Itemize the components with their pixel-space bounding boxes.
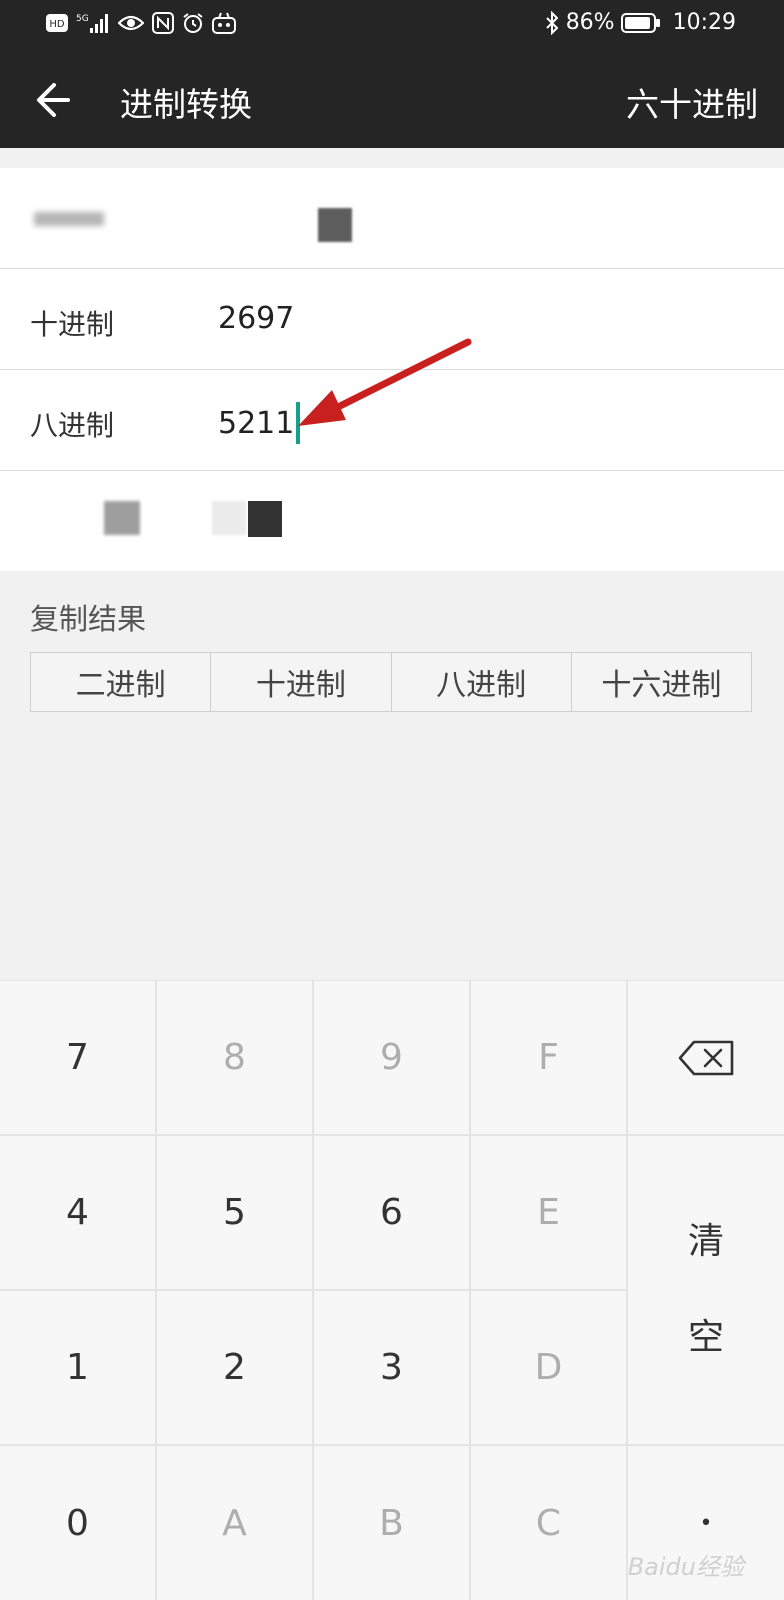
annotation-arrow [298, 338, 472, 426]
key-3[interactable]: 3 [314, 1291, 469, 1444]
back-arrow-icon [37, 83, 70, 117]
status-bar: HD 5G 86% 10:29 [0, 0, 784, 50]
5g-signal-icon: 5G [76, 14, 108, 33]
keypad: 7 8 9 F 4 5 6 E 清 空 1 2 3 D 0 A B C • [0, 980, 784, 1600]
redacted-label [34, 212, 104, 226]
decimal-value-text: 2697 [218, 301, 295, 336]
status-right: 86% 10:29 [544, 10, 736, 35]
key-c[interactable]: C [471, 1446, 626, 1600]
copy-octal-button[interactable]: 八进制 [392, 653, 572, 711]
app-icon [212, 12, 236, 34]
key-5[interactable]: 5 [157, 1136, 312, 1289]
key-4[interactable]: 4 [0, 1136, 155, 1289]
key-0[interactable]: 0 [0, 1446, 155, 1600]
binary-row[interactable] [0, 168, 784, 269]
key-f[interactable]: F [471, 981, 626, 1134]
key-b[interactable]: B [314, 1446, 469, 1600]
copy-button-group: 二进制 十进制 八进制 十六进制 [30, 652, 752, 712]
octal-label: 八进制 [30, 409, 115, 442]
clear-label-1: 清 [687, 1221, 724, 1262]
nfc-icon [152, 12, 174, 34]
redacted-value [318, 208, 352, 242]
clock: 10:29 [672, 10, 736, 35]
key-6[interactable]: 6 [314, 1136, 469, 1289]
redacted-label [104, 501, 140, 535]
status-left-icons: HD 5G [46, 12, 236, 34]
decimal-label: 十进制 [30, 308, 115, 341]
key-e[interactable]: E [471, 1136, 626, 1289]
backspace-icon [678, 1040, 734, 1075]
key-d[interactable]: D [471, 1291, 626, 1444]
page-title: 进制转换 [120, 85, 252, 124]
clear-button[interactable]: 清 空 [628, 1136, 784, 1444]
eye-icon [118, 15, 144, 31]
copy-decimal-button[interactable]: 十进制 [211, 653, 392, 711]
decimal-value[interactable]: 2697 [218, 301, 294, 336]
key-8[interactable]: 8 [157, 981, 312, 1134]
back-button[interactable] [28, 72, 84, 128]
watermark: Baidu经验 [627, 1553, 744, 1581]
hd-icon: HD [46, 14, 68, 32]
copy-hex-button[interactable]: 十六进制 [572, 653, 751, 711]
battery-percent: 86% [565, 10, 615, 35]
key-7[interactable]: 7 [0, 981, 155, 1134]
copy-result-title: 复制结果 [30, 602, 147, 636]
hex-row[interactable] [0, 471, 784, 571]
key-9[interactable]: 9 [314, 981, 469, 1134]
octal-value-text: 5211 [218, 405, 295, 441]
redacted-value [212, 501, 246, 535]
key-a[interactable]: A [157, 1446, 312, 1600]
alarm-icon [183, 13, 203, 33]
copy-binary-button[interactable]: 二进制 [31, 653, 212, 711]
redacted-value-block [248, 501, 282, 537]
battery-icon [620, 12, 660, 33]
app-bar: 进制转换 六十进制 [0, 50, 784, 148]
backspace-key[interactable] [628, 981, 784, 1134]
svg-text:5G: 5G [76, 14, 89, 24]
key-2[interactable]: 2 [157, 1291, 312, 1444]
sexagesimal-mode-button[interactable]: 六十进制 [626, 78, 758, 126]
clear-label-2: 空 [687, 1317, 724, 1358]
bluetooth-icon [545, 10, 559, 35]
svg-text:HD: HD [49, 19, 65, 30]
octal-value[interactable]: 5211 [218, 402, 301, 444]
key-1[interactable]: 1 [0, 1291, 155, 1444]
